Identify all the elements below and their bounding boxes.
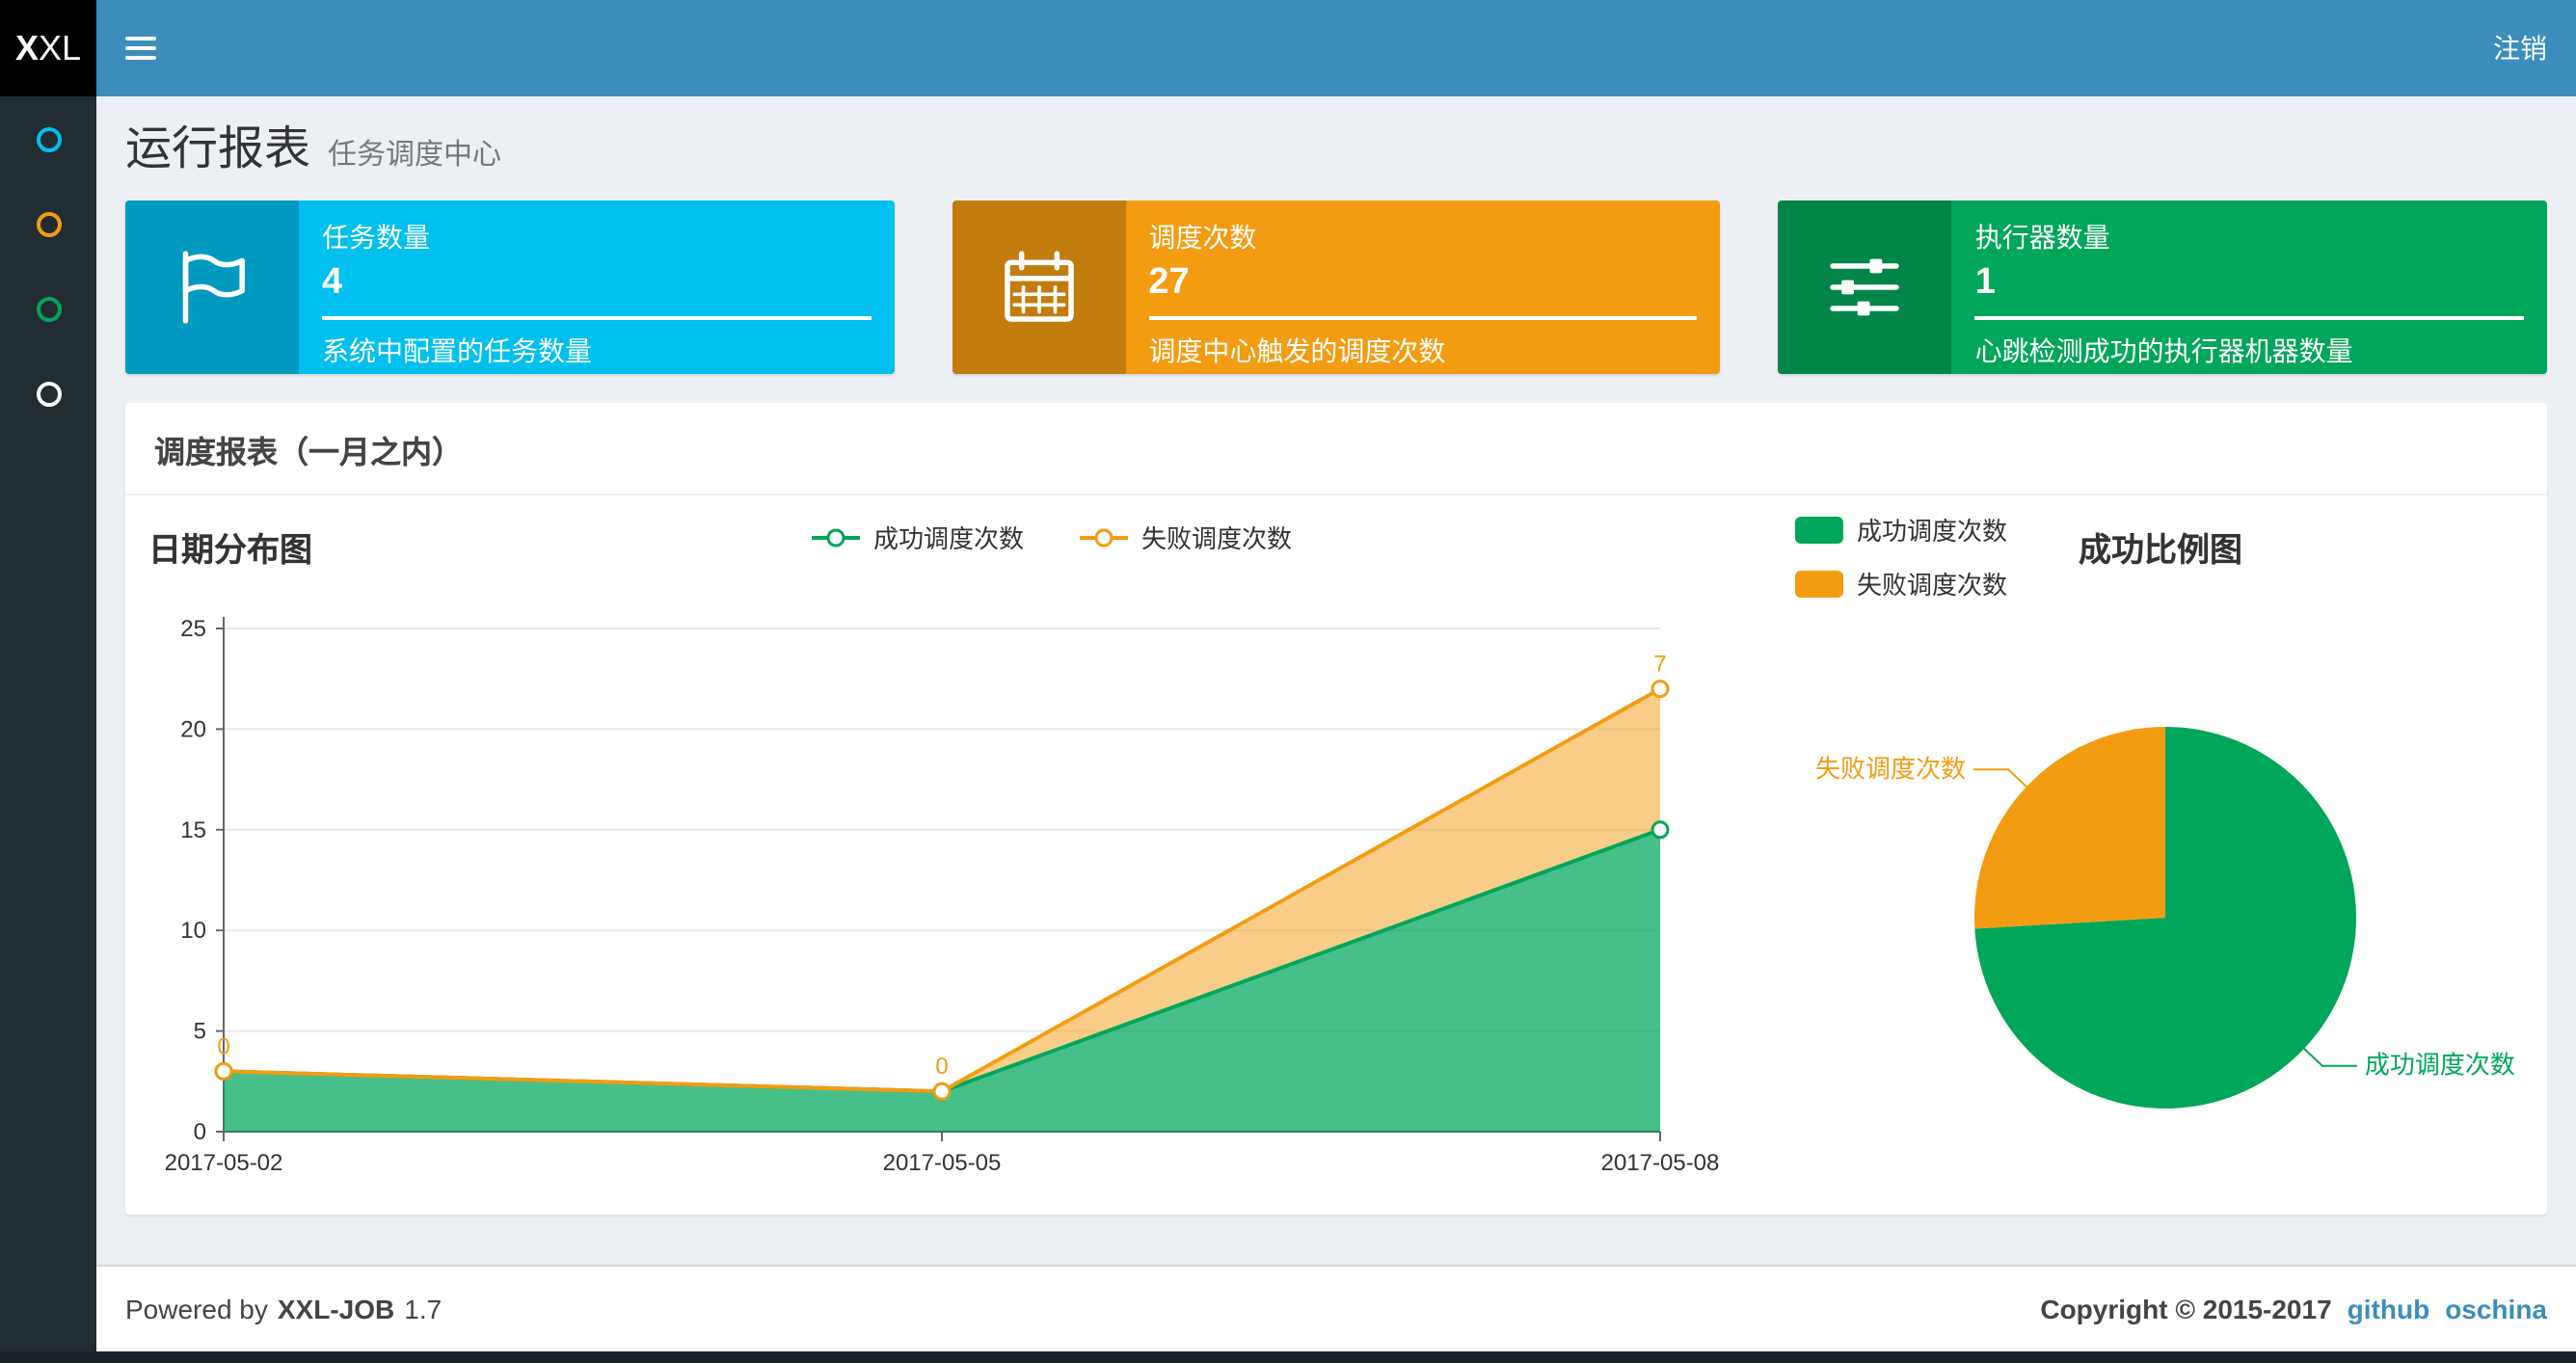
circle-icon: [36, 211, 61, 236]
y-tick-label: 5: [194, 1019, 206, 1045]
circle-icon: [36, 296, 61, 321]
fail-point-label: 0: [217, 1033, 229, 1059]
line-chart-svg: 05101520252017-05-02 2017-05-05 2017-05-08…: [165, 616, 1720, 1176]
sidebar-menu-item[interactable]: [0, 266, 96, 351]
info-box-divider: [322, 316, 872, 320]
pie-legend-label: 失败调度次数: [1857, 571, 2008, 600]
report-panel: 调度报表（一月之内） 日期分布图 成功调度次数 失败调度次数 0 5 10 15 20 25…: [125, 403, 2547, 1215]
github-link[interactable]: github: [2348, 1294, 2430, 1324]
sidebar-menu-item[interactable]: [0, 351, 96, 436]
copyright-text: Copyright © 2015-2017: [2040, 1294, 2332, 1324]
report-panel-body: 日期分布图 成功调度次数 失败调度次数 0 5 10 15 20 25 2017-05-02 2…: [125, 495, 2547, 1215]
info-box-description: 心跳检测成功的执行器机器数量: [1974, 335, 2353, 366]
pie-label-line: [1973, 768, 2027, 788]
info-box-content: 任务数量 4 系统中配置的任务数量: [299, 200, 894, 374]
calendar-icon: [952, 200, 1126, 374]
left-sidebar: [0, 96, 96, 1363]
info-box-value: 1: [1974, 262, 1996, 303]
info-box-value: 27: [1148, 262, 1190, 303]
y-tick-label: 20: [180, 716, 206, 742]
date-distribution-chart: 日期分布图 成功调度次数 失败调度次数 0 5 10 15 20 25 2017-05-02 2…: [125, 495, 1745, 1215]
bottom-strip: [0, 1351, 2576, 1363]
top-navbar: X XL 注销: [0, 0, 2576, 96]
app-logo[interactable]: X XL: [0, 0, 96, 96]
circle-icon: [36, 126, 61, 151]
info-box-row: 任务数量 4 系统中配置的任务数量 调度次数 27 调度中心触发的调度次数 执行…: [125, 200, 2548, 374]
line-legend-item[interactable]: 成功调度次数: [810, 519, 1024, 555]
pie-legend-label: 成功调度次数: [1857, 517, 2008, 546]
page-subtitle: 任务调度中心: [328, 139, 502, 172]
line-legend-label: 成功调度次数: [872, 524, 1024, 553]
pie-slice-label: 成功调度次数: [2365, 1051, 2515, 1080]
info-box-executors: 执行器数量 1 心跳检测成功的执行器机器数量: [1778, 200, 2548, 374]
info-box-content: 调度次数 27 调度中心触发的调度次数: [1125, 200, 1720, 374]
y-tick-label: 25: [180, 616, 206, 642]
info-box-content: 执行器数量 1 心跳检测成功的执行器机器数量: [1952, 200, 2547, 374]
pie-slice-label: 失败调度次数: [1815, 754, 1966, 783]
y-tick-label: 15: [180, 817, 206, 843]
fail-point: [214, 1061, 233, 1081]
footer-copyright: Copyright © 2015-2017 github oschina: [2040, 1294, 2547, 1324]
line-series-marker-icon: [1080, 527, 1128, 547]
sidebar-menu-item[interactable]: [0, 181, 96, 266]
sliders-icon: [1778, 200, 1952, 374]
line-legend-item[interactable]: 失败调度次数: [1078, 519, 1292, 555]
line-series-marker-icon: [811, 527, 860, 547]
sidebar-menu-item[interactable]: [0, 96, 96, 181]
oschina-link[interactable]: oschina: [2445, 1294, 2547, 1324]
info-box-triggers: 调度次数 27 调度中心触发的调度次数: [952, 200, 1721, 374]
brand-name: XXL-JOB: [277, 1294, 395, 1324]
main-footer: Powered by XXL-JOB 1.7 Copyright © 2015-…: [96, 1265, 2576, 1351]
line-chart-legend: 成功调度次数 失败调度次数: [357, 519, 1745, 555]
pie-legend-swatch-icon: [1795, 570, 1843, 597]
powered-prefix: Powered by: [125, 1294, 268, 1324]
pie-label-line: [2303, 1048, 2357, 1067]
x-tick-label: 2017-05-02: [165, 1150, 283, 1176]
pie-chart-svg: 成功调度次数 失败调度次数: [1815, 727, 2515, 1109]
info-box-value: 4: [322, 262, 343, 303]
info-box-description: 系统中配置的任务数量: [322, 335, 592, 366]
info-box-title: 执行器数量: [1974, 222, 2110, 253]
fail-point-label: 7: [1653, 652, 1666, 678]
flag-icon: [125, 200, 299, 374]
success-point: [1650, 820, 1670, 840]
info-box-divider: [1148, 316, 1698, 320]
y-tick-label: 10: [180, 918, 206, 944]
main-content: 运行报表 任务调度中心 任务数量 4 系统中配置的任务数量 调度次数 27 调度…: [96, 96, 2576, 1363]
info-box-title: 任务数量: [322, 222, 430, 253]
fail-point: [932, 1082, 952, 1101]
brand-version: 1.7: [404, 1294, 443, 1324]
footer-powered-by: Powered by XXL-JOB 1.7: [125, 1294, 442, 1324]
app-root: X XL 注销 运行报表 任务调度中心 任务数量 4 系统中配置的任务数量 调度…: [0, 0, 2576, 1363]
line-legend-label: 失败调度次数: [1141, 524, 1293, 553]
pie-chart-legend: 成功调度次数 失败调度次数: [1795, 511, 2007, 601]
info-box-jobs: 任务数量 4 系统中配置的任务数量: [125, 200, 895, 374]
x-tick-label: 2017-05-08: [1601, 1150, 1720, 1176]
logo-text-bold: X: [14, 28, 39, 67]
report-panel-title: 调度报表（一月之内）: [125, 403, 2547, 495]
x-tick-label: 2017-05-05: [883, 1150, 1002, 1176]
y-tick-label: 0: [194, 1119, 206, 1145]
success-ratio-chart: 成功调度次数 失败调度次数 成功调度次数 失败调度次数 成功比例图: [1745, 495, 2547, 1215]
logout-link[interactable]: 注销: [2464, 0, 2576, 96]
fail-point: [1650, 680, 1670, 699]
pie-slice: [1974, 727, 2165, 929]
pie-legend-item[interactable]: 成功调度次数: [1795, 511, 2007, 548]
logo-text: XL: [38, 28, 82, 67]
pie-legend-swatch-icon: [1795, 516, 1843, 543]
hamburger-icon: [124, 37, 155, 60]
info-box-divider: [1974, 316, 2525, 320]
circle-icon: [36, 381, 61, 406]
page-title: 运行报表: [125, 123, 310, 175]
fail-point-label: 0: [935, 1054, 948, 1080]
pie-chart-title: 成功比例图: [2079, 532, 2242, 569]
content-header: 运行报表 任务调度中心: [96, 96, 2576, 191]
info-box-title: 调度次数: [1148, 222, 1257, 253]
sidebar-toggle-button[interactable]: [96, 0, 183, 96]
pie-legend-item[interactable]: 失败调度次数: [1795, 565, 2007, 601]
navbar-spacer: [183, 0, 2464, 96]
info-box-description: 调度中心触发的调度次数: [1148, 335, 1446, 366]
